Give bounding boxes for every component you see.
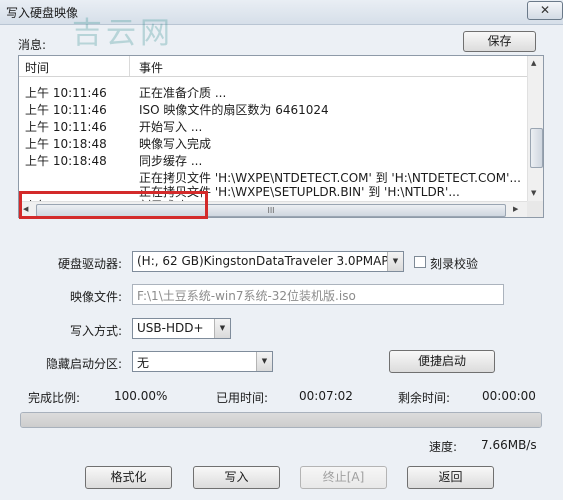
log-row[interactable]: 上午 10:11:46 ISO 映像文件的扇区数为 6461024 — [19, 100, 527, 117]
log-time: 上午 10:11:46 — [25, 103, 107, 117]
write-mode-label: 写入方式: — [70, 324, 123, 338]
abort-button[interactable]: 终止[A] — [300, 466, 387, 489]
vertical-scroll-thumb[interactable] — [530, 128, 543, 168]
image-file-path: F:\1\土豆系统-win7系统-32位装机版.iso — [137, 289, 356, 303]
speed-value: 7.66MB/s — [481, 438, 537, 452]
window-title: 写入硬盘映像 — [6, 6, 79, 20]
elapsed-time-label: 已用时间: — [216, 391, 269, 405]
log-event: 正在准备介质 ... — [139, 86, 227, 100]
remaining-time-value: 00:00:00 — [482, 389, 536, 403]
hidden-partition-selected-value: 无 — [137, 356, 150, 370]
scroll-right-icon[interactable]: ▶ — [513, 205, 518, 213]
scroll-up-icon[interactable]: ▲ — [531, 59, 536, 67]
column-divider[interactable] — [129, 56, 130, 76]
log-time: 上午 10:11:46 — [25, 86, 107, 100]
log-event: 映像写入完成 — [139, 137, 212, 151]
messages-label: 消息: — [18, 38, 47, 52]
drive-label: 硬盘驱动器: — [58, 257, 123, 271]
close-button[interactable]: ✕ — [527, 1, 563, 20]
completion-ratio-label: 完成比例: — [28, 391, 81, 405]
write-mode-selected-value: USB-HDD+ — [137, 321, 204, 335]
log-time: 上午 10:11:46 — [25, 120, 107, 134]
write-mode-select[interactable]: USB-HDD+ ▼ — [132, 318, 231, 339]
log-event: 同步缓存 ... — [139, 154, 203, 168]
speed-label: 速度: — [429, 440, 458, 454]
vertical-scrollbar[interactable]: ▲ ▼ — [527, 56, 543, 201]
completion-ratio-value: 100.00% — [114, 389, 168, 403]
scrollbar-corner — [527, 201, 543, 217]
log-event: 开始写入 ... — [139, 120, 203, 134]
chevron-down-icon[interactable]: ▼ — [214, 319, 230, 338]
watermark-logo: 吉云网 — [72, 16, 174, 51]
log-row[interactable]: 上午 10:18:48 映像写入完成 — [19, 134, 527, 151]
chevron-down-icon[interactable]: ▼ — [387, 252, 403, 271]
image-file-label: 映像文件: — [70, 290, 123, 304]
log-row[interactable]: 上午 10:11:46 开始写入 ... — [19, 117, 527, 134]
image-file-field[interactable]: F:\1\土豆系统-win7系统-32位装机版.iso — [132, 284, 504, 305]
log-time: 上午 10:18:48 — [25, 137, 107, 151]
hidden-partition-select[interactable]: 无 ▼ — [132, 351, 273, 372]
log-time: 上午 10:18:48 — [25, 154, 107, 168]
back-button[interactable]: 返回 — [407, 466, 494, 489]
remaining-time-label: 剩余时间: — [398, 391, 451, 405]
progress-bar — [20, 412, 542, 428]
chevron-down-icon[interactable]: ▼ — [256, 352, 272, 371]
scroll-down-icon[interactable]: ▼ — [531, 189, 536, 197]
elapsed-time-value: 00:07:02 — [299, 389, 353, 403]
success-highlight-box — [19, 191, 208, 219]
drive-selected-value: (H:, 62 GB)KingstonDataTraveler 3.0PMAP — [137, 254, 389, 268]
hidden-partition-label: 隐藏启动分区: — [46, 357, 123, 371]
verify-checkbox[interactable] — [414, 256, 426, 268]
format-button[interactable]: 格式化 — [85, 466, 172, 489]
log-row[interactable]: 上午 10:11:46 正在准备介质 ... — [19, 83, 527, 100]
save-button[interactable]: 保存 — [463, 31, 536, 52]
column-header-time[interactable]: 时间 — [25, 59, 49, 76]
verify-label[interactable]: 刻录校验 — [430, 255, 478, 272]
log-event: ISO 映像文件的扇区数为 6461024 — [139, 103, 329, 117]
quick-boot-button[interactable]: 便捷启动 — [389, 350, 495, 373]
progress-fill — [21, 413, 541, 427]
log-row[interactable]: 上午 10:18:48 同步缓存 ... — [19, 151, 527, 168]
write-button[interactable]: 写入 — [193, 466, 280, 489]
drive-select[interactable]: (H:, 62 GB)KingstonDataTraveler 3.0PMAP … — [132, 251, 404, 272]
log-header: 时间 事件 — [19, 56, 527, 77]
column-header-event[interactable]: 事件 — [139, 59, 163, 76]
